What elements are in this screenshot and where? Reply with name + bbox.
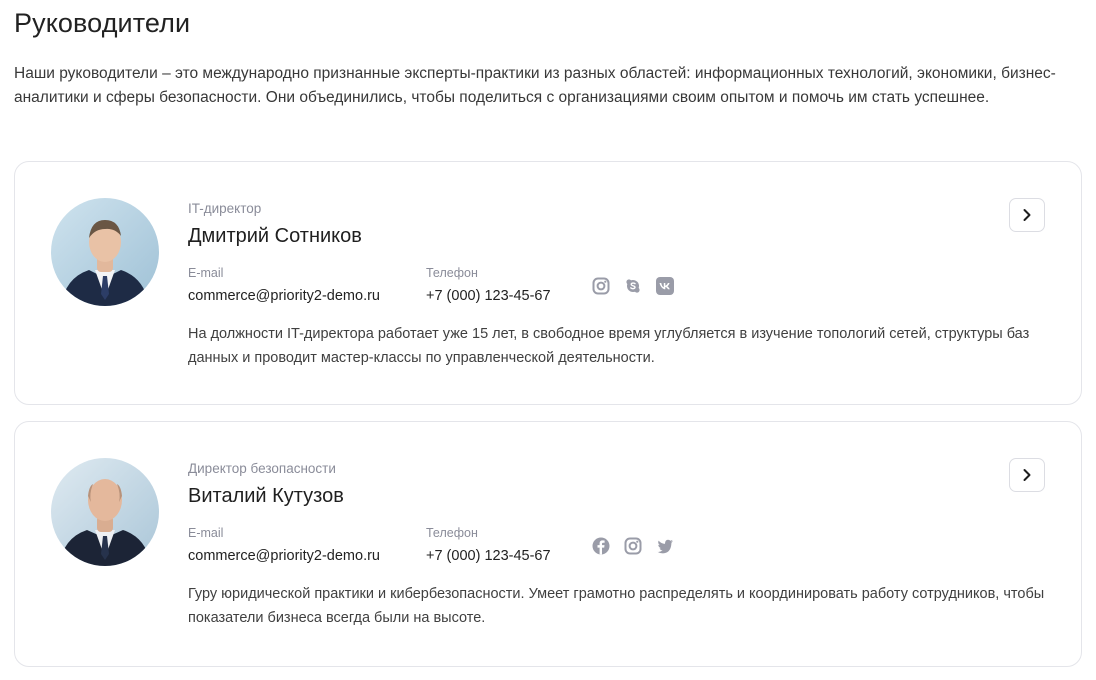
manager-name: Дмитрий Сотников (188, 225, 362, 247)
page-intro: Наши руководители – это международно при… (14, 65, 1056, 106)
social-links (592, 537, 674, 555)
open-profile-button[interactable] (1009, 458, 1045, 492)
phone-value[interactable]: +7 (000) 123-45-67 (426, 288, 551, 304)
email-value[interactable]: commerce@priority2-demo.ru (188, 548, 380, 564)
instagram-icon[interactable] (592, 277, 610, 295)
phone-label: Телефон (426, 266, 478, 280)
manager-description: На должности IT-директора работает уже 1… (188, 326, 1030, 366)
manager-card: IT-директор Дмитрий Сотников E-mail comm… (14, 161, 1082, 405)
phone-label: Телефон (426, 526, 478, 540)
chevron-right-icon (1021, 468, 1033, 482)
manager-description: Гуру юридической практики и кибербезопас… (188, 586, 1045, 626)
manager-name: Виталий Кутузов (188, 485, 344, 507)
manager-role: Директор безопасности (188, 461, 336, 476)
email-value[interactable]: commerce@priority2-demo.ru (188, 288, 380, 304)
email-label: E-mail (188, 266, 224, 280)
open-profile-button[interactable] (1009, 198, 1045, 232)
manager-role: IT-директор (188, 201, 262, 216)
avatar (51, 198, 159, 306)
vk-icon[interactable] (656, 277, 674, 295)
page-title: Руководители (14, 8, 191, 38)
skype-icon[interactable] (624, 277, 642, 295)
managers-page: Руководители Наши руководители – это меж… (0, 0, 1096, 680)
manager-card: Директор безопасности Виталий Кутузов E-… (14, 421, 1082, 667)
email-label: E-mail (188, 526, 224, 540)
chevron-right-icon (1021, 208, 1033, 222)
instagram-icon[interactable] (624, 537, 642, 555)
social-links (592, 277, 674, 295)
facebook-icon[interactable] (592, 537, 610, 555)
phone-value[interactable]: +7 (000) 123-45-67 (426, 548, 551, 564)
twitter-icon[interactable] (656, 537, 674, 555)
avatar (51, 458, 159, 566)
